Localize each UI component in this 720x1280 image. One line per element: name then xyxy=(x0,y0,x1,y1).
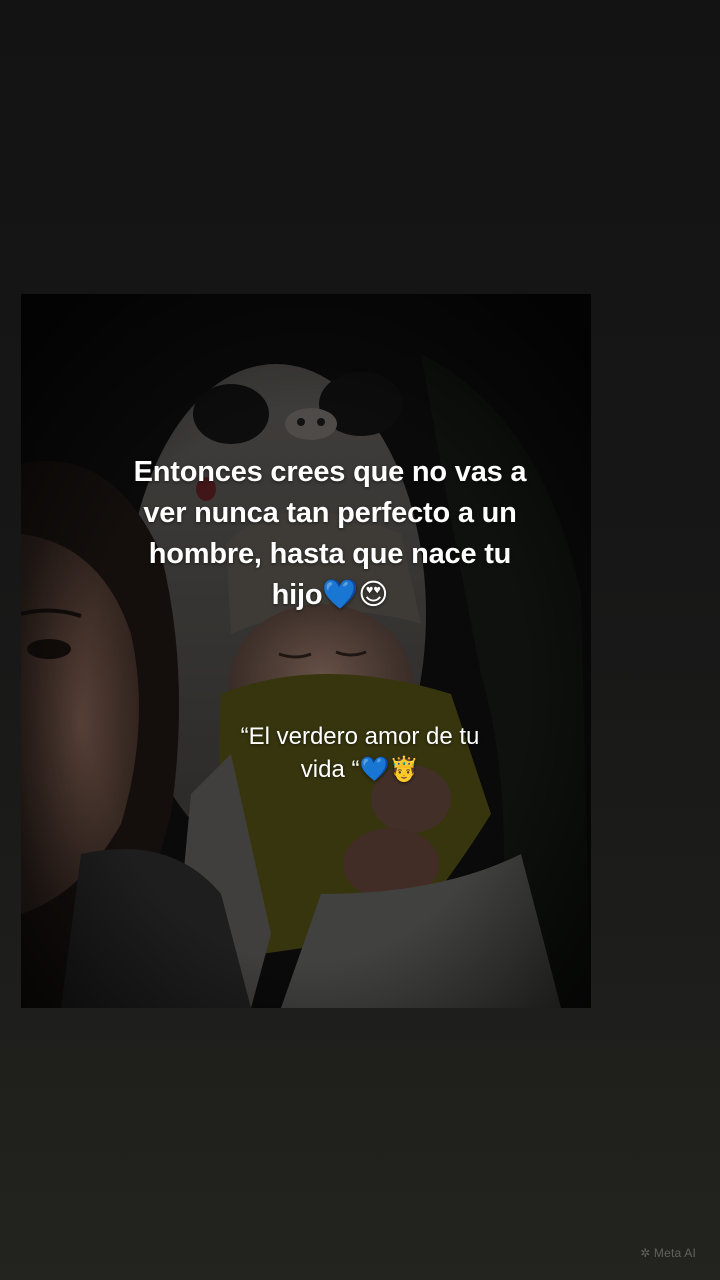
meta-ai-watermark: ✲ Meta AI xyxy=(640,1246,696,1260)
watermark-label: Meta AI xyxy=(653,1246,696,1260)
photo-baby-panda-hood xyxy=(21,294,591,1008)
caption-main: Entonces crees que no vas a ver nunca ta… xyxy=(90,452,570,616)
meta-ai-icon: ✲ xyxy=(640,1246,651,1260)
caption-main-line: hijo💙😍 xyxy=(271,579,389,611)
photo-illustration xyxy=(21,294,591,1008)
caption-sub: “El verdero amor de tu vida “💙🤴 xyxy=(200,720,520,786)
caption-sub-line: “El verdero amor de tu xyxy=(240,723,480,750)
caption-main-line: hombre, hasta que nace tu xyxy=(148,538,512,570)
caption-main-line: Entonces crees que no vas a xyxy=(133,456,527,488)
caption-sub-line: vida “💙🤴 xyxy=(300,756,420,783)
caption-main-line: ver nunca tan perfecto a un xyxy=(143,497,517,529)
